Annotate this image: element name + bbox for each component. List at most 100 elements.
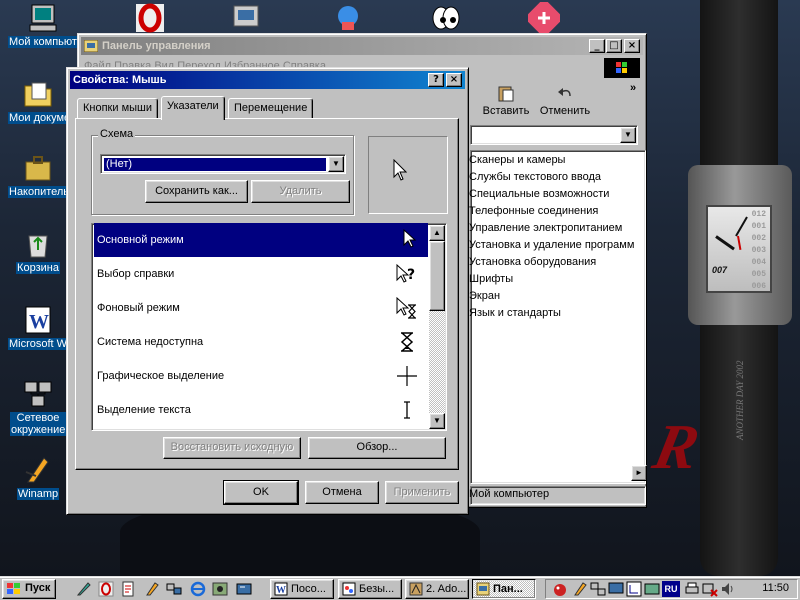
help-button[interactable]: ? <box>428 73 444 87</box>
text-cursor-icon <box>404 401 410 419</box>
address-bar[interactable]: ▼ <box>470 125 638 145</box>
save-as-button[interactable]: Сохранить как... <box>145 180 248 203</box>
restore-default-button[interactable]: Восстановить исходную <box>163 437 301 459</box>
tray-disk-icon[interactable] <box>644 581 660 597</box>
desktop-icon-network[interactable]: Сетевое окружение <box>8 378 68 436</box>
quick-launch-winamp-icon[interactable] <box>144 581 160 597</box>
pointer-row-help[interactable]: Выбор справки ? <box>94 257 428 291</box>
paint-icon <box>342 582 356 596</box>
tab-buttons[interactable]: Кнопки мыши <box>77 98 159 118</box>
control-panel-desk-icon[interactable] <box>230 2 262 34</box>
desktop-icon-label: Корзина <box>16 262 60 274</box>
dialog-titlebar[interactable]: Свойства: Мышь ? × <box>70 71 465 89</box>
close-button[interactable]: × <box>624 39 640 53</box>
cartoon-eyes-icon[interactable] <box>430 2 462 34</box>
desktop-icon-label: Microsoft Word <box>8 338 68 350</box>
tray-speaker-icon[interactable] <box>720 581 736 597</box>
start-button[interactable]: Пуск <box>2 579 56 599</box>
status-my-computer: Мой компьютер <box>453 488 549 501</box>
toolbar-more-chevron[interactable]: » <box>630 82 636 94</box>
cp-item-telephony[interactable]: Телефонные соединения <box>453 205 598 218</box>
cp-item-regional[interactable]: Язык и стандарты <box>453 307 561 320</box>
undo-button[interactable]: Отменить <box>534 84 596 120</box>
browse-button[interactable]: Обзор... <box>308 437 446 459</box>
cp-item-label: Управление электропитанием <box>469 222 623 234</box>
pointer-row-text[interactable]: Выделение текста <box>94 393 428 427</box>
tray-disconnect-icon[interactable] <box>702 581 718 597</box>
tab-motion[interactable]: Перемещение <box>228 98 314 118</box>
pointer-row-precision[interactable]: Графическое выделение <box>94 359 428 393</box>
cp-item-display[interactable]: Экран <box>453 290 500 303</box>
paste-button[interactable]: Вставить <box>478 84 534 120</box>
dialog-title: Свойства: Мышь <box>73 74 167 86</box>
my-computer-icon <box>29 4 57 32</box>
working-cursor-icon <box>396 297 416 319</box>
desktop-icon-word[interactable]: W Microsoft Word <box>8 304 68 350</box>
ok-button[interactable]: OK <box>223 480 299 505</box>
tray-language-indicator[interactable]: RU <box>662 581 680 597</box>
quick-launch-app-icon[interactable] <box>76 581 92 597</box>
desktop-icon-winamp[interactable]: Winamp <box>8 454 68 500</box>
task-button-control-panel[interactable]: Пан... <box>472 579 536 599</box>
tray-network-icon[interactable] <box>590 581 606 597</box>
desktop-icon-briefcase[interactable]: Накопитель <box>8 152 68 198</box>
watch-number: 006 <box>751 282 766 291</box>
control-panel-titlebar[interactable]: Панель управления _ □ × <box>81 37 643 55</box>
watch-face: 012 001 002 003 004 005 006 007 <box>706 205 772 293</box>
maximize-button[interactable]: □ <box>606 39 622 53</box>
tray-winamp-icon[interactable] <box>572 581 588 597</box>
quick-launch-ie-icon[interactable] <box>190 581 206 597</box>
task-button-adobe[interactable]: 2. Ado... <box>405 579 469 599</box>
watch-hand <box>715 235 735 251</box>
address-dropdown-button[interactable]: ▼ <box>620 127 636 143</box>
delete-button[interactable]: Удалить <box>251 180 350 203</box>
tray-scheduler-icon[interactable] <box>626 581 642 597</box>
recycle-bin-icon <box>28 235 48 258</box>
quick-launch-desktop-icon[interactable] <box>236 581 252 597</box>
list-scroll-up-button[interactable]: ▲ <box>429 225 445 241</box>
pointer-label: Выбор справки <box>97 268 175 280</box>
cp-item-accessibility[interactable]: Специальные возможности <box>453 188 609 201</box>
quick-launch-opera-icon[interactable] <box>98 581 114 597</box>
cp-item-hardware[interactable]: Установка оборудования <box>453 256 596 269</box>
quick-launch-document-icon[interactable] <box>120 581 136 597</box>
cancel-button[interactable]: Отмена <box>305 481 379 504</box>
cp-item-power[interactable]: Управление электропитанием <box>453 222 623 235</box>
cp-item-add-remove[interactable]: Установка и удаление программ <box>453 239 634 252</box>
cp-item-text-services[interactable]: Службы текстового ввода <box>453 171 601 184</box>
minimize-button[interactable]: _ <box>589 39 605 53</box>
scheme-selected-value: (Нет) <box>103 157 327 172</box>
clock[interactable]: 11:50 <box>762 582 789 594</box>
cp-item-label: Язык и стандарты <box>469 307 561 319</box>
quick-launch-media-icon[interactable] <box>212 581 228 597</box>
task-button-paint[interactable]: Безы... <box>338 579 402 599</box>
pointer-row-working[interactable]: Фоновый режим <box>94 291 428 325</box>
apply-button[interactable]: Применить <box>385 481 459 504</box>
cp-item-fonts[interactable]: Шрифты <box>453 273 513 286</box>
pointer-row-normal[interactable]: Основной режим <box>94 223 428 257</box>
desktop-icon-recycle-bin[interactable]: Корзина <box>8 228 68 274</box>
app-star-icon[interactable] <box>528 2 560 34</box>
list-scroll-thumb[interactable] <box>429 241 445 311</box>
tray-antivirus-icon[interactable] <box>552 581 568 597</box>
scheme-dropdown-button[interactable]: ▼ <box>328 156 344 172</box>
briefcase-icon <box>25 156 51 181</box>
task-button-word[interactable]: W Посо... <box>270 579 334 599</box>
dialog-close-button[interactable]: × <box>446 73 462 87</box>
scroll-right-button[interactable]: ► <box>631 465 647 481</box>
desktop-icon-my-documents[interactable]: Мои документы <box>8 78 68 124</box>
tab-pointers[interactable]: Указатели <box>161 96 225 120</box>
scheme-select[interactable]: (Нет) ▼ <box>100 154 346 174</box>
pointer-row-busy[interactable]: Система недоступна <box>94 325 428 359</box>
hourglass-cursor-icon <box>400 332 414 352</box>
quick-launch-network-icon[interactable] <box>166 581 182 597</box>
desktop-icon-my-computer[interactable]: Мой компьютер <box>8 2 91 48</box>
tray-display-icon[interactable] <box>608 581 624 597</box>
network-app-icon[interactable] <box>332 2 364 34</box>
watch-number: 001 <box>751 222 766 231</box>
pointer-label: Основной режим <box>97 234 184 246</box>
opera-icon[interactable] <box>134 2 166 34</box>
list-scroll-down-button[interactable]: ▼ <box>429 413 445 429</box>
tray-printer-icon[interactable] <box>684 581 700 597</box>
cp-item-scanners[interactable]: Сканеры и камеры <box>453 154 565 167</box>
